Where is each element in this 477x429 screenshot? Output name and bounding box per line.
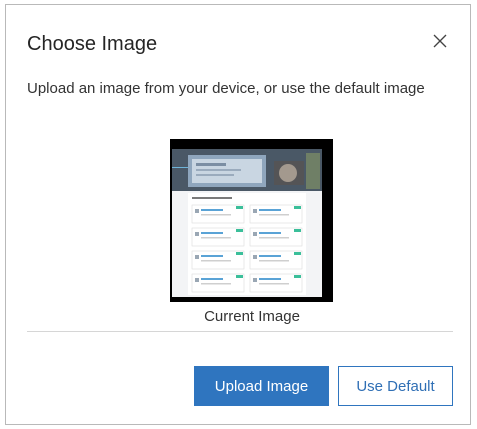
dialog-title: Choose Image (27, 33, 158, 55)
choose-image-dialog: Choose Image Upload an image from your d… (5, 4, 471, 425)
dialog-description: Upload an image from your device, or use… (27, 80, 425, 97)
preview-caption: Current Image (204, 308, 300, 325)
divider (27, 331, 453, 332)
use-default-button[interactable]: Use Default (338, 366, 453, 406)
close-button[interactable] (430, 31, 450, 51)
preview-thumbnail (170, 139, 333, 302)
close-icon (433, 34, 447, 48)
upload-image-button[interactable]: Upload Image (194, 366, 329, 406)
current-image-preview (170, 139, 333, 302)
